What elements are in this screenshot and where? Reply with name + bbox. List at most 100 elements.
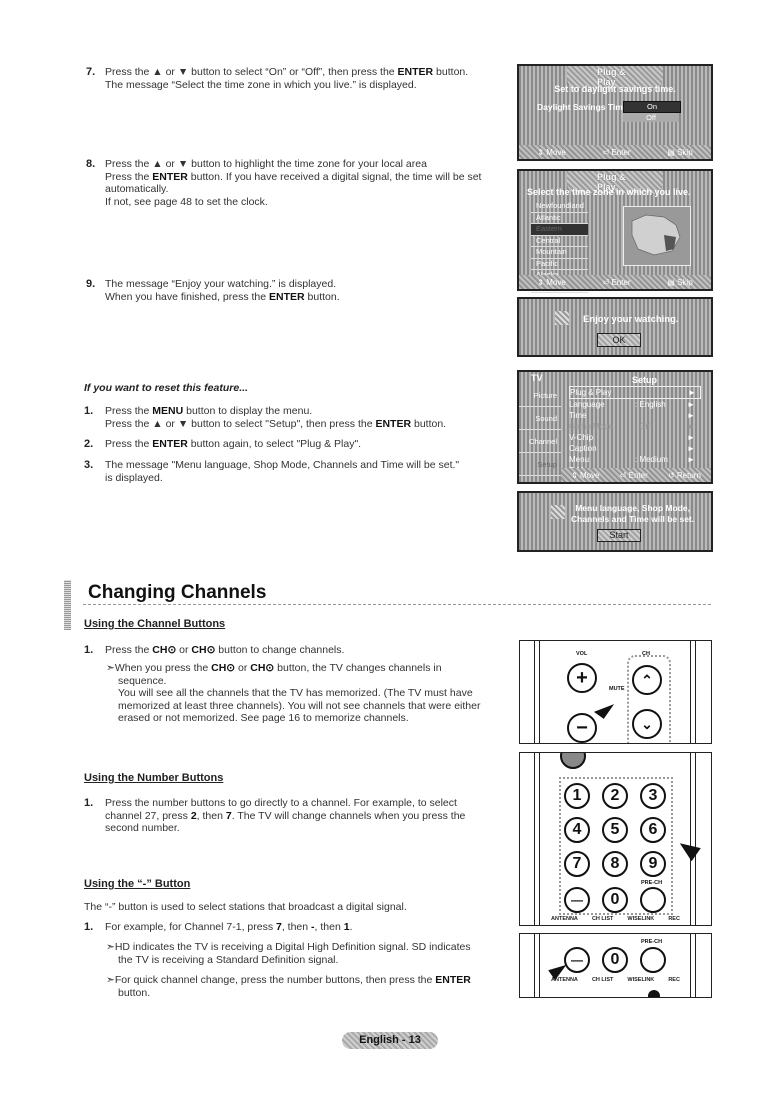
remote-rail — [690, 641, 696, 743]
prech-label: PRE-CH — [641, 939, 663, 945]
timezone-item[interactable]: Atlantic — [531, 213, 588, 224]
step-number: 1. — [84, 644, 94, 656]
move-hint: ⇕ Move — [571, 470, 600, 480]
reset-step-3: The message "Menu language, Shop Mode, C… — [105, 459, 459, 484]
arrow-right-icon: ► — [688, 388, 696, 397]
digit-0-button[interactable]: 0 — [602, 947, 628, 973]
arrow-right-icon: ► — [687, 444, 695, 453]
digit-0-button[interactable]: 0 — [602, 887, 628, 913]
pointer-arrow-icon — [593, 697, 615, 719]
setup-row-vchip[interactable]: V-Chip ► — [569, 432, 701, 443]
step-7: Press the ▲ or ▼ button to select “On” o… — [105, 66, 468, 91]
dst-option-on[interactable]: On — [623, 101, 681, 113]
remote-rail — [534, 934, 540, 997]
setup-row-language[interactable]: Language: English ► — [569, 399, 701, 410]
move-hint: ⇕ Move — [537, 277, 566, 287]
step-9: The message “Enjoy your watching.” is di… — [105, 278, 340, 303]
side-item-sound[interactable]: Sound — [519, 407, 561, 430]
subheading-number-buttons: Using the Number Buttons — [84, 772, 224, 784]
setup-screen: TV Setup Picture Sound Channel Setup Inp… — [517, 370, 713, 499]
remote-rail — [534, 753, 540, 925]
step-line: Press the ENTER button. If you have rece… — [105, 170, 482, 183]
start-button[interactable]: Start — [597, 529, 641, 542]
setup-rows: Plug & Play ► Language: English ► Time ► Ga… — [569, 386, 701, 476]
step-line: The message “Enjoy your watching.” is di… — [105, 278, 337, 290]
dash-button[interactable]: — — [564, 887, 590, 913]
step-line: The message "Menu language, Shop Mode, C… — [105, 459, 460, 471]
bottom-labels: ANTENNA CH LIST WISELINK REC — [551, 977, 680, 983]
enter-hint: ⏎ Enter — [602, 147, 631, 157]
timezone-item-selected[interactable]: Eastern — [531, 224, 588, 236]
side-item-picture[interactable]: Picture — [519, 384, 561, 407]
side-item-setup[interactable]: Setup — [519, 453, 561, 476]
section-bar — [64, 580, 71, 630]
arrow-right-icon: ► — [687, 455, 695, 464]
digit-5-button[interactable]: 5 — [602, 817, 628, 843]
setup-row-plug-play[interactable]: Plug & Play ► — [569, 386, 701, 399]
dst-label: Daylight Savings Time — [537, 102, 628, 112]
note-arrow-icon: ➣ — [106, 974, 115, 986]
step-number: 3. — [84, 459, 94, 471]
screen-message: Enjoy your watching. — [583, 314, 679, 325]
screen-message: Set to daylight savings time. — [554, 84, 676, 94]
timezone-map — [623, 206, 691, 266]
dash-note-2: ➣For quick channel change, press the num… — [106, 974, 471, 999]
channel-note: ➣When you press the CH⊙ or CH⊙ button, t… — [106, 662, 481, 724]
arrow-right-icon: ► — [687, 400, 695, 409]
ch-up-button[interactable]: ⌃ — [632, 665, 662, 695]
timezone-item[interactable]: Newfoundland — [531, 201, 588, 213]
reset-heading: If you want to reset this feature... — [84, 382, 248, 394]
setup-row-time[interactable]: Time ► — [569, 410, 701, 421]
setup-row-transparency[interactable]: Menu Transparency: Medium► — [569, 454, 701, 475]
dst-screen: Plug & Play Set to daylight savings time… — [517, 64, 713, 161]
vol-label: VOL — [576, 651, 588, 657]
digit-2-button[interactable]: 2 — [602, 783, 628, 809]
step-line: is displayed. — [105, 471, 163, 484]
digit-4-button[interactable]: 4 — [564, 817, 590, 843]
prech-button[interactable] — [640, 887, 666, 913]
remote-rail — [690, 934, 696, 997]
side-item-channel[interactable]: Channel — [519, 430, 561, 453]
remote-dash-illustration: PRE-CH — 0 ANTENNA CH LIST WISELINK REC — [519, 933, 712, 998]
digit-3-button[interactable]: 3 — [640, 783, 666, 809]
channel-step-1: Press the CH⊙ or CH⊙ button to change ch… — [105, 644, 345, 656]
enjoy-screen: Enjoy your watching. OK — [517, 297, 713, 357]
setup-row-game-mode[interactable]: Game Mode: Off ► — [569, 421, 701, 432]
subheading-dash-button: Using the “-” Button — [84, 878, 191, 890]
info-icon — [551, 505, 565, 519]
ch-down-button[interactable]: ⌄ — [632, 709, 662, 739]
dst-option-off[interactable]: Off — [623, 113, 679, 122]
screen-title: Setup — [632, 375, 658, 385]
pointer-arrow-icon — [675, 836, 701, 862]
arrow-right-icon: ► — [687, 411, 695, 420]
vol-up-button[interactable]: + — [567, 663, 597, 693]
reset-step-2: Press the ENTER button again, to select … — [105, 438, 361, 451]
arrow-right-icon: ► — [687, 433, 695, 442]
prech-button[interactable] — [640, 947, 666, 973]
digit-8-button[interactable]: 8 — [602, 851, 628, 877]
timezone-item[interactable]: Pacific — [531, 259, 588, 270]
digit-7-button[interactable]: 7 — [564, 851, 590, 877]
dash-step-1: For example, for Channel 7-1, press 7, t… — [105, 921, 353, 933]
remote-number-illustration: 1 2 3 4 5 6 7 8 9 — 0 PRE-CH ANTENNA CH … — [519, 752, 712, 926]
vol-down-button[interactable]: − — [567, 713, 597, 743]
digit-1-button[interactable]: 1 — [564, 783, 590, 809]
screen-message: Select the time zone in which you live. — [527, 187, 691, 197]
timezone-screen: Plug & Play Select the time zone in whic… — [517, 169, 713, 293]
digit-9-button[interactable]: 9 — [640, 851, 666, 877]
dash-note-1: ➣HD indicates the TV is receiving a Digi… — [106, 941, 471, 966]
side-menu: Picture Sound Channel Setup Input — [519, 384, 561, 499]
step-8: Press the ▲ or ▼ button to highlight the… — [105, 158, 481, 208]
timezone-item[interactable]: Central — [531, 236, 588, 247]
number-step-1: Press the number buttons to go directly … — [105, 797, 466, 834]
step-line: If not, see page 48 to set the clock. — [105, 195, 268, 208]
digit-6-button[interactable]: 6 — [640, 817, 666, 843]
timezone-item[interactable]: Mountain — [531, 247, 588, 259]
setup-row-caption[interactable]: Caption ► — [569, 443, 701, 454]
remote-ch-illustration: VOL CH MUTE + − ⌃ ⌄ — [519, 640, 712, 744]
screen-footer: ⇕ Move ⏎ Enter ↺ Return — [561, 468, 711, 482]
arrow-right-icon: ► — [687, 422, 695, 431]
map-icon — [631, 214, 681, 256]
ok-button[interactable]: OK — [597, 333, 641, 347]
rec-button-dot — [648, 990, 660, 997]
